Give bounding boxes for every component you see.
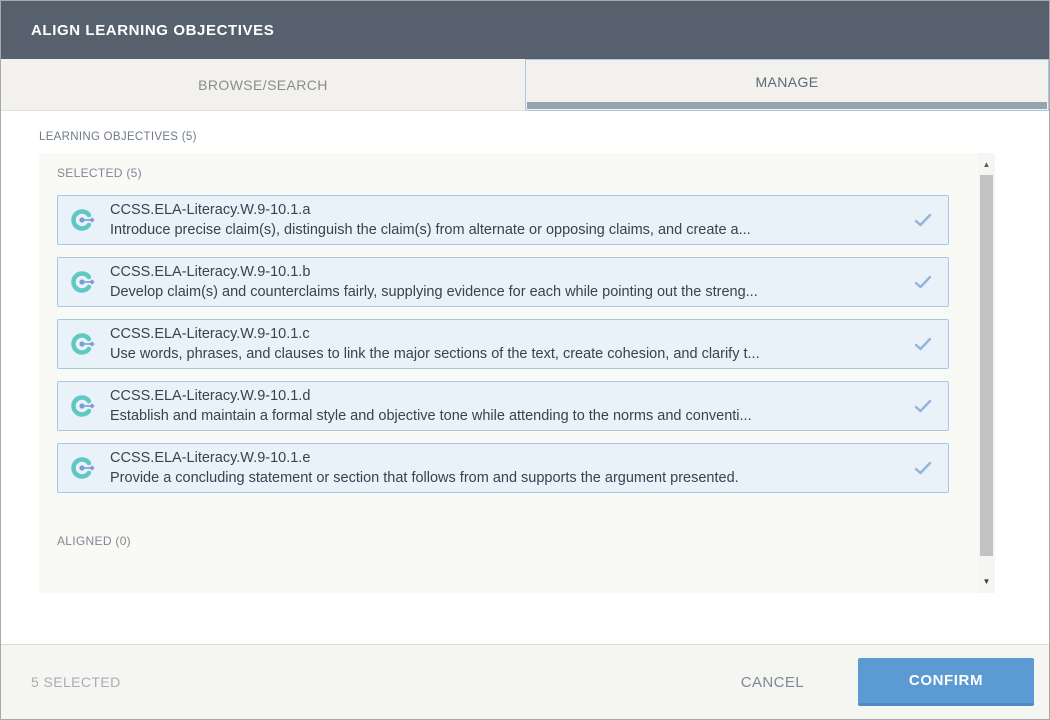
check-icon — [914, 337, 932, 351]
objective-text: CCSS.ELA-Literacy.W.9-10.1.e Provide a c… — [110, 448, 902, 488]
check-icon — [914, 461, 932, 475]
objective-code: CCSS.ELA-Literacy.W.9-10.1.c — [110, 326, 310, 342]
dialog-footer: 5 SELECTED CANCEL CONFIRM — [1, 644, 1049, 719]
objective-row[interactable]: CCSS.ELA-Literacy.W.9-10.1.a Introduce p… — [57, 195, 949, 245]
objective-row[interactable]: CCSS.ELA-Literacy.W.9-10.1.c Use words, … — [57, 319, 949, 369]
objective-row[interactable]: CCSS.ELA-Literacy.W.9-10.1.b Develop cla… — [57, 257, 949, 307]
selected-objectives-list: CCSS.ELA-Literacy.W.9-10.1.a Introduce p… — [57, 195, 949, 493]
tab-browse-search[interactable]: BROWSE/SEARCH — [1, 59, 525, 111]
check-icon — [914, 399, 932, 413]
active-tab-indicator — [527, 102, 1047, 109]
dialog-header: ALIGN LEARNING OBJECTIVES — [1, 1, 1049, 59]
selected-section-label: SELECTED (5) — [57, 166, 995, 180]
objective-row[interactable]: CCSS.ELA-Literacy.W.9-10.1.d Establish a… — [57, 381, 949, 431]
cancel-button[interactable]: CANCEL — [741, 674, 804, 691]
objective-code: CCSS.ELA-Literacy.W.9-10.1.e — [110, 450, 310, 466]
objectives-panel: SELECTED (5) CCSS.ELA-Literacy.W.9-10.1.… — [39, 153, 995, 593]
objective-description: Introduce precise claim(s), distinguish … — [110, 222, 751, 238]
tab-browse-search-label: BROWSE/SEARCH — [198, 77, 328, 93]
learning-objective-target-icon — [70, 330, 98, 358]
check-icon — [914, 213, 932, 227]
tab-manage[interactable]: MANAGE — [525, 59, 1049, 111]
learning-objective-target-icon — [70, 454, 98, 482]
objective-description: Use words, phrases, and clauses to link … — [110, 346, 760, 362]
learning-objectives-header: LEARNING OBJECTIVES (5) — [39, 131, 1011, 143]
scroll-down-icon[interactable]: ▼ — [978, 573, 995, 590]
tab-manage-label: MANAGE — [755, 74, 818, 90]
check-icon — [914, 275, 932, 289]
learning-objective-target-icon — [70, 392, 98, 420]
objective-code: CCSS.ELA-Literacy.W.9-10.1.a — [110, 202, 310, 218]
objective-row[interactable]: CCSS.ELA-Literacy.W.9-10.1.e Provide a c… — [57, 443, 949, 493]
dialog-content: LEARNING OBJECTIVES (5) SELECTED (5) CCS… — [1, 111, 1049, 644]
objective-description: Provide a concluding statement or sectio… — [110, 470, 739, 486]
align-learning-objectives-dialog: ALIGN LEARNING OBJECTIVES BROWSE/SEARCH … — [0, 0, 1050, 720]
confirm-button[interactable]: CONFIRM — [858, 658, 1034, 706]
aligned-section-label: ALIGNED (0) — [57, 534, 995, 548]
objective-code: CCSS.ELA-Literacy.W.9-10.1.b — [110, 264, 310, 280]
scrollbar[interactable]: ▲ ▼ — [978, 153, 995, 593]
learning-objective-target-icon — [70, 206, 98, 234]
selected-count-label: 5 SELECTED — [31, 674, 121, 690]
objective-code: CCSS.ELA-Literacy.W.9-10.1.d — [110, 388, 310, 404]
objective-text: CCSS.ELA-Literacy.W.9-10.1.a Introduce p… — [110, 200, 902, 240]
objective-description: Develop claim(s) and counterclaims fairl… — [110, 284, 758, 300]
objective-text: CCSS.ELA-Literacy.W.9-10.1.c Use words, … — [110, 324, 902, 364]
objective-description: Establish and maintain a formal style an… — [110, 408, 752, 424]
objective-text: CCSS.ELA-Literacy.W.9-10.1.b Develop cla… — [110, 262, 902, 302]
objective-text: CCSS.ELA-Literacy.W.9-10.1.d Establish a… — [110, 386, 902, 426]
scroll-up-icon[interactable]: ▲ — [978, 156, 995, 173]
dialog-title: ALIGN LEARNING OBJECTIVES — [31, 22, 274, 39]
scrollbar-thumb[interactable] — [980, 175, 993, 556]
tab-bar: BROWSE/SEARCH MANAGE — [1, 59, 1049, 111]
learning-objective-target-icon — [70, 268, 98, 296]
